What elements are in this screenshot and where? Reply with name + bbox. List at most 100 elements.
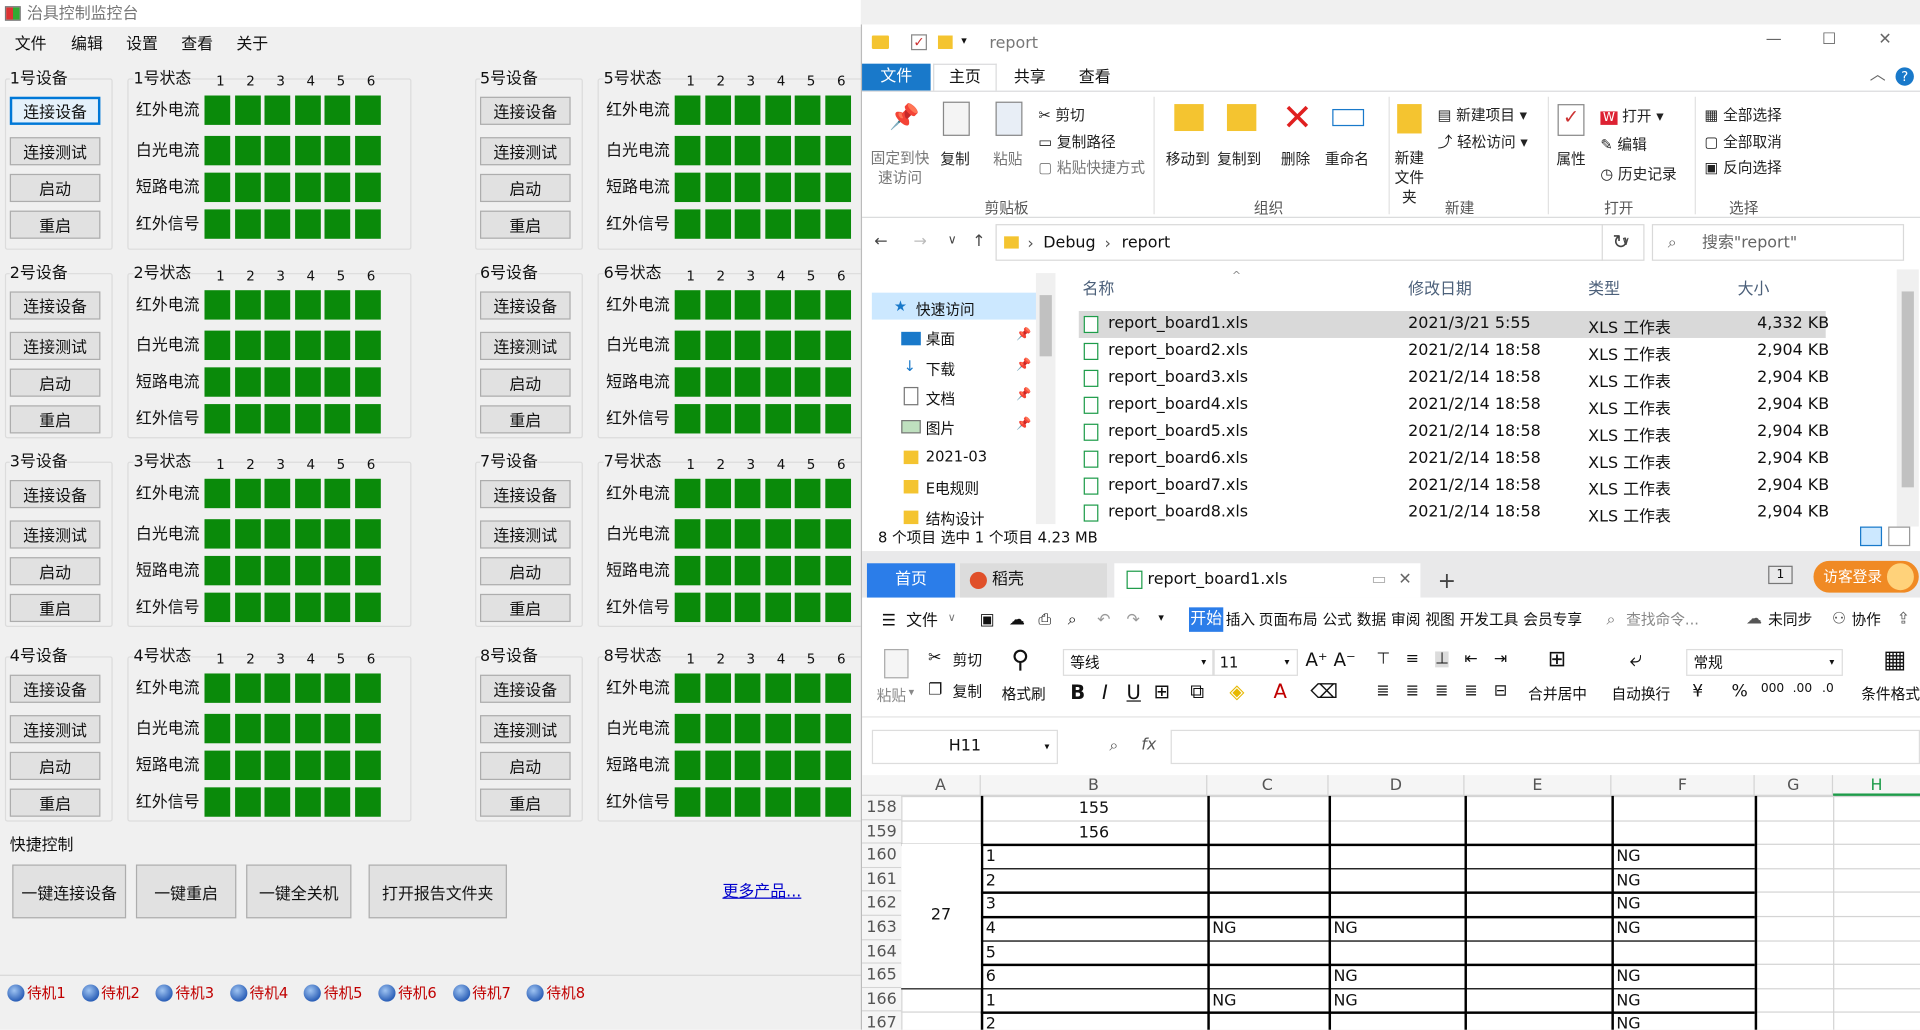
restart-button[interactable]: 重启 bbox=[480, 210, 571, 239]
file-row[interactable]: report_board4.xls 2021/2/14 18:58 XLS 工作… bbox=[1079, 392, 1829, 419]
column-header[interactable]: H bbox=[1833, 775, 1920, 796]
thousands-icon[interactable]: 000 bbox=[1761, 683, 1784, 695]
tab-daoke[interactable]: 稻壳 bbox=[960, 563, 1107, 598]
thumbnail-view-icon[interactable] bbox=[1888, 526, 1911, 547]
move-to-button[interactable]: 移动到 bbox=[1166, 148, 1210, 169]
percent-icon[interactable]: % bbox=[1731, 683, 1747, 700]
menu-view[interactable]: 查看 bbox=[181, 37, 213, 53]
start-button[interactable]: 启动 bbox=[480, 557, 571, 586]
up-icon[interactable]: ↑ bbox=[972, 234, 985, 250]
restart-button[interactable]: 重启 bbox=[9, 593, 101, 623]
cell-d[interactable]: NG bbox=[1333, 920, 1357, 938]
select-all-button[interactable]: ▦ 全部选择 bbox=[1705, 104, 1782, 125]
align-center-icon[interactable]: ≣ bbox=[1406, 683, 1419, 699]
wps-menu-view[interactable]: 视图 bbox=[1425, 612, 1454, 627]
edit-button[interactable]: ✎ 编辑 bbox=[1600, 133, 1646, 154]
back-icon[interactable]: ← bbox=[874, 234, 887, 250]
cell-b[interactable]: 2 bbox=[986, 1016, 996, 1030]
start-button[interactable]: 启动 bbox=[9, 751, 101, 781]
column-header[interactable]: F bbox=[1611, 775, 1755, 796]
indent-decrease-icon[interactable]: ⇤ bbox=[1465, 651, 1478, 667]
conditional-format-button[interactable]: 条件格式 bbox=[1861, 687, 1920, 702]
indent-increase-icon[interactable]: ⇥ bbox=[1494, 651, 1507, 667]
file-row[interactable]: report_board5.xls 2021/2/14 18:58 XLS 工作… bbox=[1079, 419, 1829, 446]
cell-b[interactable]: 1 bbox=[986, 848, 996, 866]
minimize-icon[interactable]: — bbox=[1766, 32, 1782, 48]
col-size-header[interactable]: 大小 bbox=[1738, 282, 1770, 298]
connect-device-button[interactable]: 连接设备 bbox=[480, 96, 571, 125]
command-search-input[interactable]: 查找命令... bbox=[1626, 612, 1699, 627]
cell-b[interactable]: 6 bbox=[986, 968, 996, 986]
underline-icon[interactable]: U bbox=[1127, 683, 1141, 703]
tab-home[interactable]: 主页 bbox=[933, 63, 997, 92]
search-box[interactable]: ⌕ 搜索"report" bbox=[1651, 224, 1905, 261]
maximize-icon[interactable]: ☐ bbox=[1822, 32, 1836, 48]
decrease-decimal-icon[interactable]: .0 bbox=[1822, 683, 1834, 695]
menu-edit[interactable]: 编辑 bbox=[71, 37, 103, 53]
cell-b[interactable]: 4 bbox=[986, 920, 996, 938]
wps-menu-developer[interactable]: 开发工具 bbox=[1460, 612, 1519, 627]
font-select[interactable]: 等线 ▾ bbox=[1062, 648, 1215, 676]
new-folder-button[interactable]: 新建文件夹 bbox=[1389, 148, 1431, 207]
col-date-header[interactable]: 修改日期 bbox=[1408, 282, 1472, 298]
start-button[interactable]: 启动 bbox=[9, 173, 101, 203]
nav-folder-2021-03[interactable]: 2021-03 bbox=[926, 448, 987, 465]
column-header[interactable]: E bbox=[1465, 775, 1612, 796]
connect-device-button[interactable]: 连接设备 bbox=[9, 96, 101, 125]
grow-font-icon[interactable]: A⁺ bbox=[1305, 651, 1327, 669]
row-number[interactable]: 167 bbox=[862, 1011, 902, 1030]
guest-login-button[interactable]: 访客登录 bbox=[1813, 560, 1919, 593]
menu-about[interactable]: 关于 bbox=[236, 37, 268, 53]
copy-button[interactable]: 复制 bbox=[940, 148, 969, 169]
tab-file[interactable]: 文件 bbox=[862, 63, 931, 91]
nav-folder-e-rules[interactable]: E电规则 bbox=[926, 478, 979, 499]
nav-folder-structure[interactable]: 结构设计 bbox=[926, 508, 985, 529]
row-number[interactable]: 161 bbox=[862, 867, 902, 892]
cell-b[interactable]: 2 bbox=[986, 872, 996, 890]
checkmark-icon[interactable]: ✓ bbox=[911, 34, 927, 51]
more-products-link[interactable]: 更多产品... bbox=[722, 884, 801, 900]
distributed-icon[interactable]: ⊟ bbox=[1494, 683, 1507, 699]
restart-button[interactable]: 重启 bbox=[480, 593, 571, 623]
column-header[interactable]: G bbox=[1755, 775, 1834, 796]
connect-device-button[interactable]: 连接设备 bbox=[9, 291, 101, 320]
cell-f[interactable]: NG bbox=[1616, 872, 1640, 890]
merged-cell-a[interactable]: 27 bbox=[901, 843, 981, 988]
col-name-header[interactable]: 名称 bbox=[1082, 282, 1114, 298]
formula-input[interactable] bbox=[1170, 729, 1920, 765]
cell-d[interactable]: NG bbox=[1333, 968, 1357, 986]
select-all-corner[interactable] bbox=[862, 775, 901, 796]
details-view-icon[interactable] bbox=[1860, 526, 1883, 547]
restart-button[interactable]: 重启 bbox=[9, 210, 101, 239]
connect-test-button[interactable]: 连接测试 bbox=[480, 331, 571, 361]
currency-icon[interactable]: ¥ bbox=[1692, 683, 1703, 700]
justify-icon[interactable]: ≣ bbox=[1465, 683, 1478, 699]
align-bottom-icon[interactable]: ⊥ bbox=[1435, 651, 1449, 668]
cell-b[interactable]: 5 bbox=[986, 944, 996, 962]
shrink-font-icon[interactable]: A⁻ bbox=[1333, 651, 1355, 669]
nav-scrollbar[interactable] bbox=[1035, 273, 1056, 525]
align-middle-icon[interactable]: ≡ bbox=[1406, 651, 1419, 667]
column-header[interactable]: D bbox=[1329, 775, 1465, 796]
nav-pictures[interactable]: 图片 bbox=[926, 418, 955, 439]
connect-test-button[interactable]: 连接测试 bbox=[9, 137, 101, 166]
wps-menu-layout[interactable]: 页面布局 bbox=[1259, 612, 1318, 627]
one-key-shutdown-button[interactable]: 一键全关机 bbox=[246, 864, 352, 919]
number-format-select[interactable]: 常规 ▾ bbox=[1686, 648, 1843, 676]
address-bar[interactable]: › Debug › report ∨ bbox=[995, 224, 1645, 261]
invert-selection-button[interactable]: ▣ 反向选择 bbox=[1705, 157, 1782, 178]
connect-device-button[interactable]: 连接设备 bbox=[480, 291, 571, 320]
fx-icon[interactable]: fx bbox=[1141, 737, 1156, 753]
cell-b[interactable]: 1 bbox=[986, 992, 996, 1010]
breadcrumb-debug[interactable]: Debug bbox=[1043, 235, 1095, 251]
start-button[interactable]: 启动 bbox=[480, 751, 571, 781]
cell-b[interactable]: 3 bbox=[986, 896, 996, 914]
file-row[interactable]: report_board3.xls 2021/2/14 18:58 XLS 工作… bbox=[1079, 365, 1829, 392]
scroll-thumb[interactable] bbox=[1039, 295, 1052, 357]
select-none-button[interactable]: ▢ 全部取消 bbox=[1705, 131, 1782, 152]
recent-dropdown-icon[interactable]: ∨ bbox=[948, 234, 957, 247]
menu-file[interactable]: 文件 bbox=[15, 37, 47, 53]
tab-report-board1[interactable]: report_board1.xls ▭ ✕ bbox=[1114, 563, 1421, 598]
row-number[interactable]: 166 bbox=[862, 987, 902, 1012]
tab-share[interactable]: 共享 bbox=[1014, 70, 1046, 86]
